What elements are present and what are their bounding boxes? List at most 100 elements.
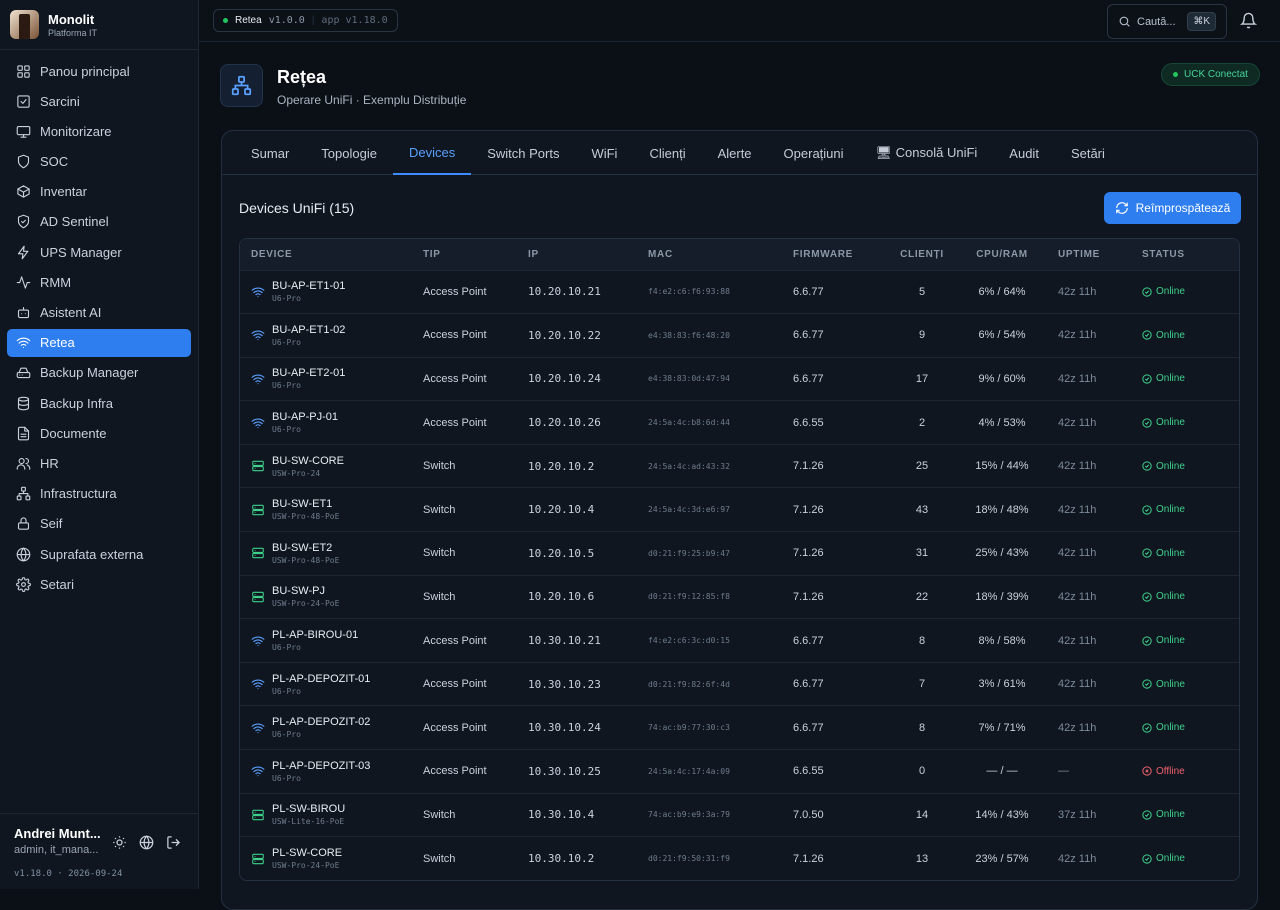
device-type: Switch: [423, 547, 456, 560]
device-uptime: 42z 11h: [1058, 416, 1097, 429]
sidebar-item-seif[interactable]: Seif: [7, 510, 191, 538]
column-header[interactable]: DEVICE: [240, 239, 412, 270]
table-row[interactable]: BU-SW-PJ USW-Pro-24-PoE Switch 10.20.10.6 d0…: [240, 575, 1239, 619]
sidebar-item-label: Panou principal: [40, 63, 130, 79]
tab-consolă-unifi[interactable]: 🖥 Consolă UniFi: [860, 131, 994, 175]
tab-topologie[interactable]: Topologie: [305, 131, 393, 175]
device-mac: 24:5a:4c:17:4a:09: [648, 766, 730, 776]
table-row[interactable]: PL-SW-CORE USW-Pro-24-PoE Switch 10.30.10.2…: [240, 836, 1239, 881]
table-row[interactable]: BU-SW-ET1 USW-Pro-48-PoE Switch 10.20.10.4 2…: [240, 487, 1239, 532]
column-header[interactable]: MAC: [637, 239, 782, 270]
table-row[interactable]: BU-SW-ET2 USW-Pro-48-PoE Switch 10.20.10.5 d…: [240, 531, 1239, 576]
sidebar-item-documente[interactable]: Documente: [7, 419, 191, 447]
checkbox-icon: [17, 95, 30, 108]
device-clients: 17: [915, 372, 929, 385]
devices-table: DEVICE TIP IP MAC FIRMWARE CLIENȚI CPU/RAM UPTI…: [239, 238, 1240, 882]
connection-status-badge: UCK Conectat: [1161, 63, 1260, 86]
sidebar-item-asistent-ai[interactable]: Asistent AI: [7, 299, 191, 327]
device-mac: e4:38:83:0d:47:94: [648, 374, 730, 384]
table-row[interactable]: PL-AP-DEPOZIT-02 U6-Pro Access Point 10.30.…: [240, 705, 1239, 750]
tab-wifi[interactable]: WiFi: [575, 131, 633, 175]
column-header[interactable]: CLIENȚI: [887, 239, 957, 270]
device-ip: 10.30.10.24: [528, 721, 601, 735]
status-label: Online: [1156, 635, 1185, 647]
table-row[interactable]: PL-AP-BIROU-01 U6-Pro Access Point 10.30.10…: [240, 618, 1239, 663]
table-row[interactable]: BU-AP-PJ-01 U6-Pro Access Point 10.20.10.26…: [240, 400, 1239, 445]
column-header[interactable]: UPTIME: [1047, 239, 1131, 270]
sidebar-item-panou-principal[interactable]: Panou principal: [7, 57, 191, 85]
refresh-icon: [1115, 202, 1128, 214]
device-cpu-ram: 6% / 64%: [978, 285, 1026, 298]
wifi-icon: [251, 679, 265, 690]
sidebar-item-setari[interactable]: Setari: [7, 570, 191, 598]
column-header[interactable]: CPU/RAM: [957, 239, 1047, 270]
sidebar-item-hr[interactable]: HR: [7, 449, 191, 477]
device-ip: 10.20.10.22: [528, 328, 601, 342]
device-clients: 14: [915, 808, 929, 821]
globe-icon[interactable]: [139, 835, 154, 850]
device-uptime: 42z 11h: [1058, 329, 1097, 342]
status-label: Online: [1156, 460, 1185, 472]
tab-sumar[interactable]: Sumar: [235, 131, 305, 175]
table-row[interactable]: BU-AP-ET1-01 U6-Pro Access Point 10.20.10.2…: [240, 270, 1239, 314]
sun-icon[interactable]: [112, 835, 127, 850]
status-label: Online: [1156, 547, 1185, 559]
refresh-button[interactable]: Reîmprospătează: [1104, 192, 1241, 224]
tab-setări[interactable]: Setări: [1055, 131, 1121, 175]
user-panel: Andrei Munt... admin, it_mana... v1.18.0…: [0, 813, 199, 889]
logout-icon[interactable]: [166, 835, 181, 850]
table-row[interactable]: BU-AP-ET1-02 U6-Pro Access Point 10.20.10.2…: [240, 313, 1239, 358]
table-row[interactable]: BU-SW-CORE USW-Pro-24 Switch 10.20.10.2 24:5…: [240, 444, 1239, 488]
status-badge: Online: [1142, 373, 1239, 384]
tab-switch-ports[interactable]: Switch Ports: [471, 131, 575, 175]
table-row[interactable]: PL-AP-DEPOZIT-01 U6-Pro Access Point 10.30.…: [240, 662, 1239, 706]
wifi-icon: [251, 418, 265, 428]
column-header[interactable]: TIP: [412, 239, 517, 270]
sidebar-item-backup-infra[interactable]: Backup Infra: [7, 389, 191, 417]
switch-icon: [252, 548, 264, 559]
device-uptime: 42z 11h: [1058, 372, 1097, 385]
sidebar-item-soc[interactable]: SOC: [7, 148, 191, 176]
search-box[interactable]: Caută... ⌘K: [1107, 4, 1227, 39]
network-icon: [220, 64, 263, 107]
column-header[interactable]: IP: [517, 239, 637, 270]
brand-subtitle: Platforma IT: [48, 27, 98, 38]
tab-devices[interactable]: Devices: [392, 131, 472, 175]
tab-audit[interactable]: Audit: [993, 131, 1055, 175]
device-uptime: 42z 11h: [1058, 590, 1097, 603]
sidebar-item-ups-manager[interactable]: UPS Manager: [7, 238, 191, 266]
sidebar-item-backup-manager[interactable]: Backup Manager: [7, 359, 191, 387]
table-row[interactable]: PL-SW-BIROU USW-Lite-16-PoE Switch 10.30.10…: [240, 793, 1239, 837]
device-clients: 31: [915, 547, 929, 560]
sidebar-item-retea[interactable]: Retea: [7, 328, 191, 357]
device-type: Access Point: [423, 372, 487, 385]
status-badge: Online: [1142, 547, 1239, 559]
bell-icon[interactable]: [1240, 12, 1257, 29]
status-label: Online: [1156, 678, 1185, 690]
brand[interactable]: Monolit Platforma IT: [0, 0, 198, 50]
device-cpu-ram: 3% / 61%: [978, 678, 1026, 691]
status-badge: Online: [1142, 417, 1239, 428]
table-row[interactable]: PL-AP-DEPOZIT-03 U6-Pro Access Point 10.30.…: [240, 749, 1239, 794]
globe-icon: [16, 547, 31, 561]
device-model: U6-Pro: [272, 337, 301, 347]
status-badge: Online: [1142, 853, 1239, 864]
tab-alerte[interactable]: Alerte: [702, 131, 768, 175]
sidebar-item-rmm[interactable]: RMM: [7, 268, 191, 296]
device-mac: 74:ac:b9:e9:3a:79: [648, 810, 730, 820]
sidebar-item-monitorizare[interactable]: Monitorizare: [7, 117, 191, 145]
device-ip: 10.30.10.25: [528, 764, 601, 778]
sidebar-item-ad-sentinel[interactable]: AD Sentinel: [7, 208, 191, 236]
device-firmware: 6.6.77: [793, 329, 824, 342]
sidebar-item-infrastructura[interactable]: Infrastructura: [7, 480, 191, 508]
sidebar-item-sarcini[interactable]: Sarcini: [7, 87, 191, 115]
column-header[interactable]: FIRMWARE: [782, 239, 887, 270]
tab-operațiuni[interactable]: Operațiuni: [768, 131, 860, 175]
sidebar-item-suprafata-externa[interactable]: Suprafata externa: [7, 540, 191, 568]
column-header[interactable]: STATUS: [1131, 239, 1239, 270]
tab-clienți[interactable]: Clienți: [633, 131, 701, 175]
device-clients: 22: [915, 590, 929, 603]
sidebar-item-inventar[interactable]: Inventar: [7, 178, 191, 206]
sidebar-nav: Panou principal Sarcini Monitorizare SOC Inv…: [0, 50, 198, 598]
table-row[interactable]: BU-AP-ET2-01 U6-Pro Access Point 10.20.10.2…: [240, 357, 1239, 401]
